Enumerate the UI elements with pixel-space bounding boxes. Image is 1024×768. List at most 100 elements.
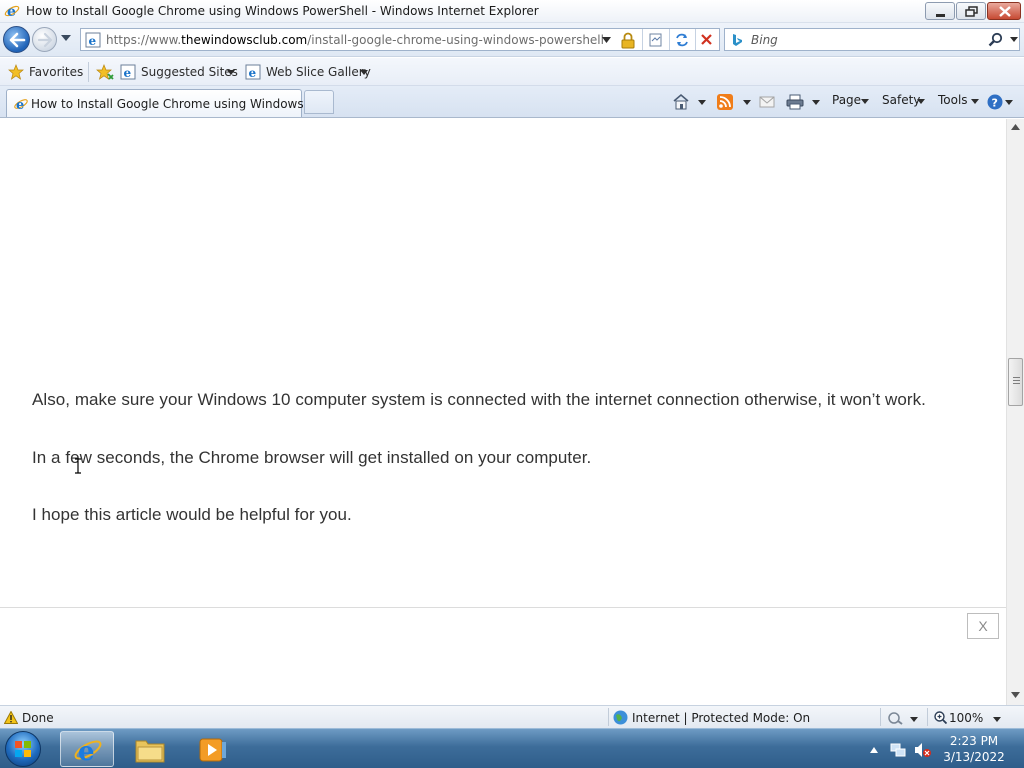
zoom-level[interactable]: 100%: [949, 711, 983, 725]
home-icon[interactable]: [672, 93, 690, 110]
restore-button[interactable]: [956, 2, 986, 20]
zoom-icon[interactable]: [934, 711, 947, 724]
address-separator: [695, 29, 696, 50]
forward-arrow-icon: [37, 32, 53, 48]
restore-icon: [965, 6, 978, 17]
chevron-down-icon: [971, 99, 979, 104]
tools-menu[interactable]: Tools: [938, 93, 979, 111]
help-icon[interactable]: ?: [987, 94, 1003, 110]
add-to-favorites-bar-icon[interactable]: [96, 64, 114, 80]
print-icon[interactable]: [786, 94, 804, 110]
search-options-dropdown-icon[interactable]: [1010, 37, 1018, 42]
read-mail-icon[interactable]: [759, 96, 775, 108]
status-separator: [608, 708, 609, 726]
favorites-bar: Favorites e Suggested Sites e Web Slice …: [0, 58, 1024, 86]
page-content: Also, make sure your Windows 10 computer…: [0, 119, 1006, 705]
minimize-button[interactable]: [925, 2, 955, 20]
web-slice-gallery-label: Web Slice Gallery: [266, 65, 371, 79]
protected-mode-dropdown-icon[interactable]: [910, 717, 918, 722]
safety-menu[interactable]: Safety: [882, 93, 925, 111]
scroll-down-icon[interactable]: [1011, 692, 1020, 698]
feeds-icon[interactable]: [717, 94, 733, 110]
refresh-icon[interactable]: [673, 32, 691, 48]
ad-close-button[interactable]: X: [967, 613, 999, 639]
page-menu[interactable]: Page: [832, 93, 869, 111]
status-text: Done: [22, 711, 54, 725]
vertical-scrollbar[interactable]: [1006, 119, 1024, 705]
internet-explorer-icon: e: [4, 4, 20, 19]
taskbar-windows-explorer[interactable]: [122, 731, 176, 767]
new-tab-button[interactable]: [304, 90, 334, 114]
clock-time: 2:23 PM: [949, 734, 999, 748]
title-bar: e How to Install Google Chrome using Win…: [0, 0, 1024, 23]
page-icon: e: [85, 32, 101, 48]
internet-explorer-icon: e: [74, 737, 102, 765]
svg-text:e: e: [78, 737, 95, 765]
clock-date: 3/13/2022: [943, 750, 1005, 764]
windows-logo-icon: [15, 741, 31, 757]
search-box[interactable]: [724, 28, 1020, 51]
chevron-down-icon: [360, 70, 368, 75]
article-paragraph: Also, make sure your Windows 10 computer…: [32, 390, 926, 409]
thumb-grip: [1013, 380, 1020, 381]
article-paragraph: In a few seconds, the Chrome browser wil…: [32, 448, 592, 467]
zoom-dropdown-icon[interactable]: [993, 717, 1001, 722]
taskbar-internet-explorer[interactable]: e: [60, 731, 114, 767]
status-separator: [880, 708, 881, 726]
svg-text:e: e: [16, 98, 24, 112]
compatibility-view-icon[interactable]: [647, 32, 665, 48]
print-dropdown-icon[interactable]: [812, 100, 820, 105]
status-separator: [927, 708, 928, 726]
show-hidden-icons-icon[interactable]: [870, 747, 878, 753]
search-icon[interactable]: [988, 32, 1003, 47]
tab-bar: e How to Install Google Chrome using Win…: [0, 86, 1024, 118]
url-prefix: https://www.: [106, 33, 182, 47]
close-window-button[interactable]: [987, 2, 1021, 20]
ad-divider: [0, 607, 1006, 608]
lock-icon[interactable]: [621, 32, 635, 49]
scrollbar-thumb[interactable]: [1008, 358, 1023, 406]
text-cursor-icon: [75, 458, 81, 474]
start-button[interactable]: [5, 731, 41, 767]
address-separator: [642, 29, 643, 50]
favorites-button[interactable]: Favorites: [8, 64, 84, 81]
feeds-dropdown-icon[interactable]: [743, 100, 751, 105]
tab-label: How to Install Google Chrome using Windo…: [31, 97, 325, 111]
taskbar-media-player[interactable]: [184, 731, 238, 767]
svg-text:e: e: [89, 34, 97, 48]
network-icon[interactable]: [890, 742, 906, 758]
address-bar[interactable]: e https://www.thewindowsclub.com/install…: [80, 28, 720, 51]
protected-mode-icon[interactable]: [888, 711, 904, 725]
ie-page-icon: e: [245, 64, 261, 80]
chevron-down-icon: [227, 70, 235, 75]
tab-active[interactable]: e How to Install Google Chrome using Win…: [6, 89, 324, 117]
recent-pages-dropdown-icon[interactable]: [61, 35, 71, 41]
scroll-up-icon[interactable]: [1011, 124, 1020, 130]
address-separator: [669, 29, 670, 50]
search-input[interactable]: [751, 31, 981, 48]
home-dropdown-icon[interactable]: [698, 100, 706, 105]
window-title: How to Install Google Chrome using Windo…: [26, 4, 539, 18]
svg-text:e: e: [7, 4, 16, 19]
bing-icon: [733, 34, 742, 46]
suggested-sites-button[interactable]: e Suggested Sites: [120, 64, 238, 81]
clock[interactable]: 2:23 PM 3/13/2022: [936, 733, 1012, 765]
url-domain: thewindowsclub.com: [181, 33, 308, 47]
internet-zone-globe-icon: [613, 710, 628, 725]
forward-button[interactable]: [32, 27, 57, 52]
volume-muted-icon[interactable]: [914, 742, 932, 758]
minimize-icon: [936, 14, 945, 17]
stop-icon[interactable]: [698, 32, 716, 48]
favorites-star-icon: [8, 64, 24, 80]
help-dropdown-icon[interactable]: [1005, 100, 1013, 105]
favorites-label: Favorites: [29, 65, 84, 79]
web-slice-gallery-button[interactable]: e Web Slice Gallery: [245, 64, 371, 81]
security-zone-text[interactable]: Internet | Protected Mode: On: [632, 711, 810, 725]
tools-menu-label: Tools: [938, 93, 968, 107]
back-button[interactable]: [3, 26, 30, 53]
favorites-separator: [88, 62, 89, 82]
address-dropdown-icon[interactable]: [602, 37, 611, 43]
svg-text:?: ?: [992, 97, 998, 110]
article-paragraph: I hope this article would be helpful for…: [32, 505, 352, 524]
address-url[interactable]: https://www.thewindowsclub.com/install-g…: [106, 33, 604, 47]
